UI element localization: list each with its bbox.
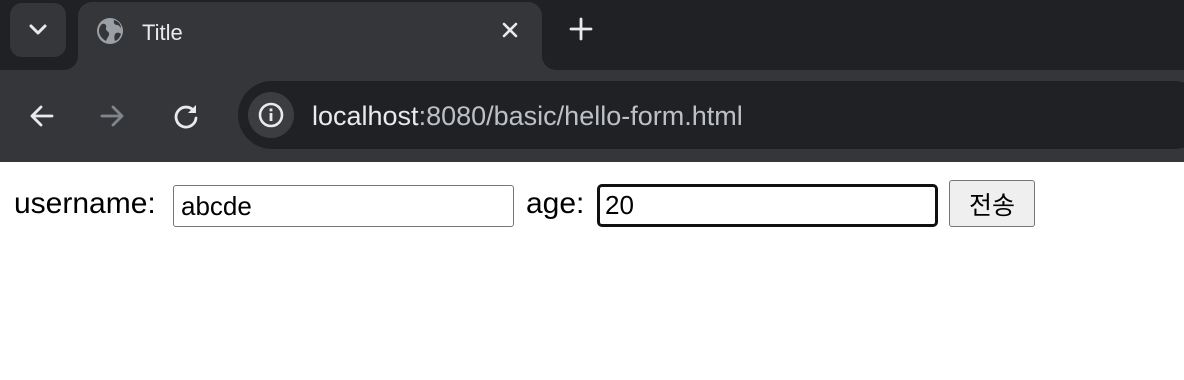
info-icon xyxy=(258,102,284,128)
close-icon xyxy=(502,22,518,38)
tab-search-button[interactable] xyxy=(10,3,66,57)
tab-strip: Title xyxy=(0,0,1184,70)
arrow-left-icon xyxy=(30,105,54,127)
arrow-right-icon xyxy=(100,105,124,127)
page-content: username: age: 전송 xyxy=(0,162,1184,380)
plus-icon xyxy=(569,17,593,41)
active-tab[interactable]: Title xyxy=(78,2,542,70)
globe-icon xyxy=(97,18,123,44)
new-tab-button[interactable] xyxy=(564,12,598,46)
username-label: username: xyxy=(14,187,156,220)
tab-close-button[interactable] xyxy=(496,16,524,44)
site-info-button[interactable] xyxy=(248,92,294,138)
forward-button[interactable] xyxy=(91,94,135,138)
toolbar: localhost:8080/basic/hello-form.html xyxy=(0,70,1184,162)
chevron-down-icon xyxy=(29,24,47,35)
submit-button[interactable]: 전송 xyxy=(949,180,1035,227)
reload-button[interactable] xyxy=(164,94,208,138)
url-text[interactable]: localhost:8080/basic/hello-form.html xyxy=(312,100,743,132)
back-button[interactable] xyxy=(19,94,63,138)
address-bar[interactable]: localhost:8080/basic/hello-form.html xyxy=(238,81,1184,149)
age-input[interactable] xyxy=(597,184,938,227)
url-host: localhost xyxy=(312,101,419,131)
tab-title: Title xyxy=(142,20,183,45)
url-path: :8080/basic/hello-form.html xyxy=(418,101,743,131)
reload-icon xyxy=(174,105,198,129)
age-label: age: xyxy=(526,187,585,220)
username-input[interactable] xyxy=(173,185,514,227)
